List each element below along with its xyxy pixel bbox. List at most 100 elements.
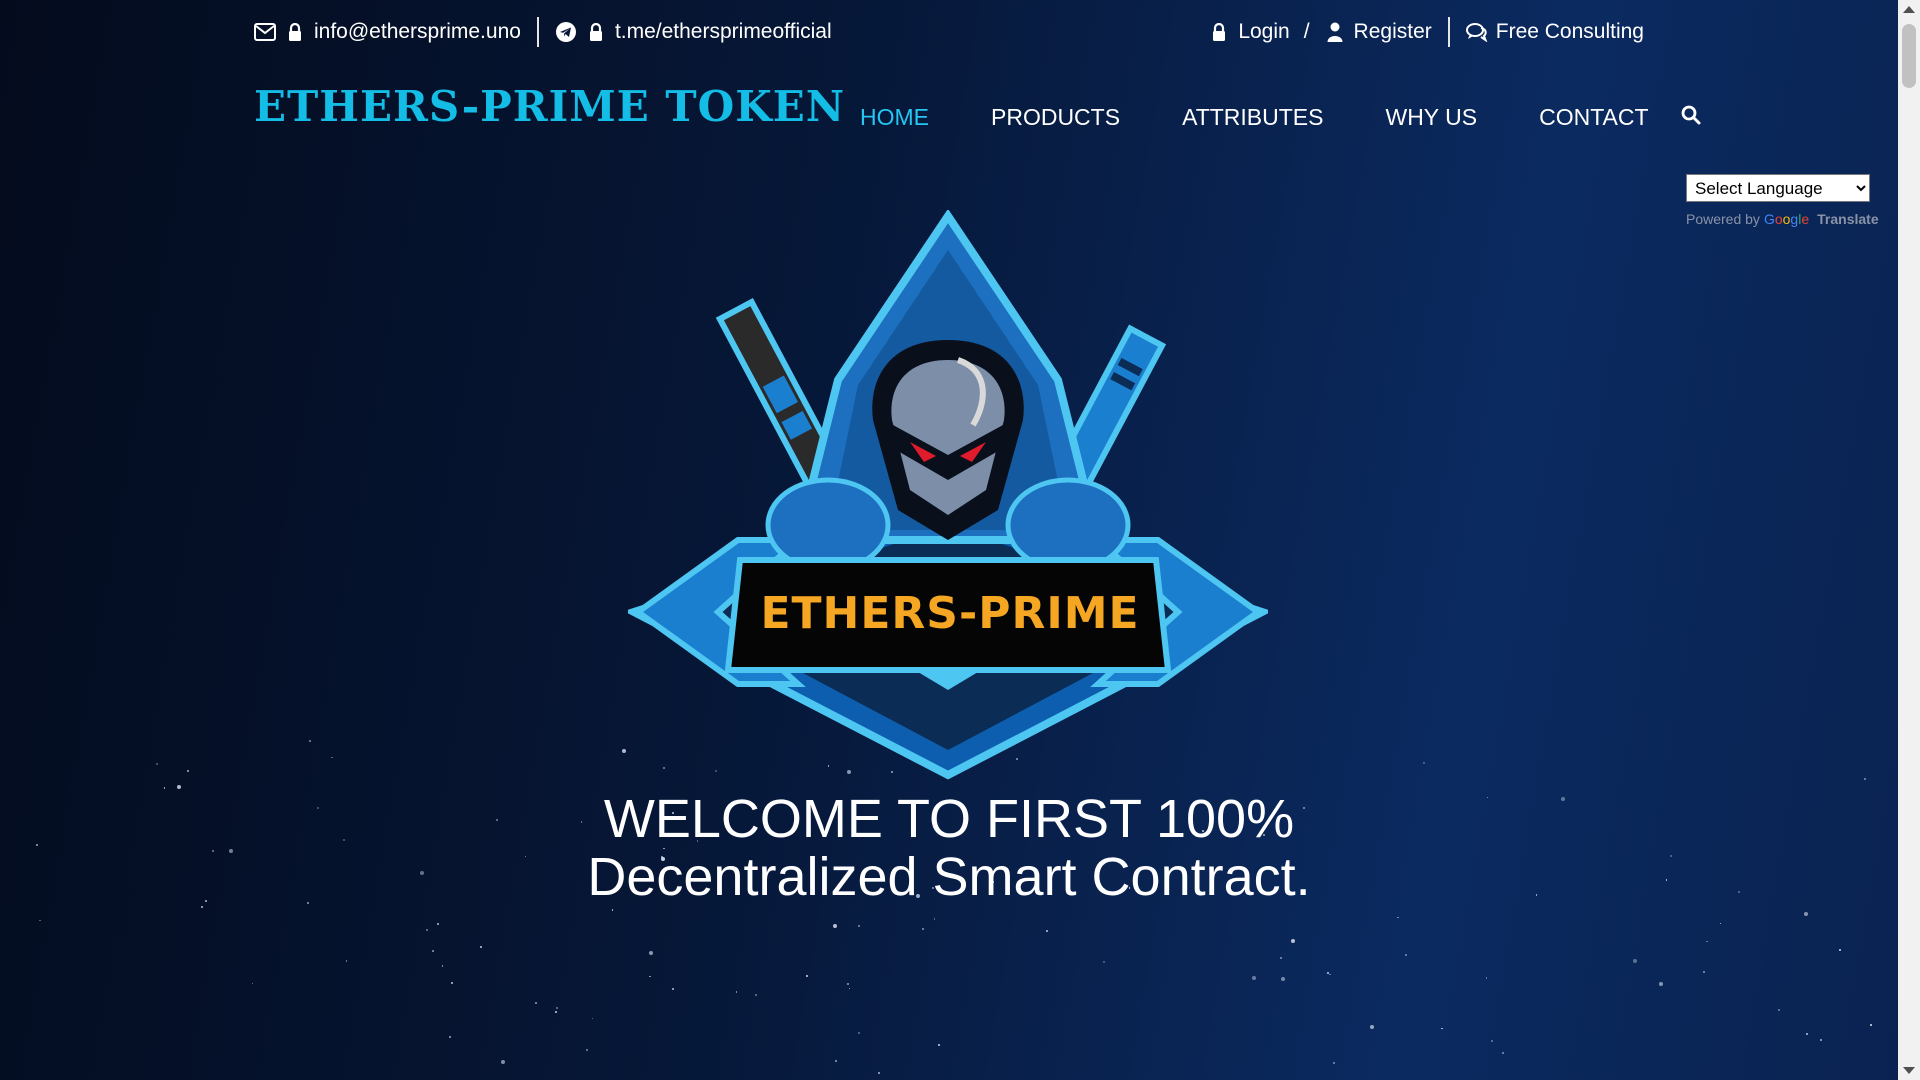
chat-icon [1465, 21, 1488, 43]
nav-why-us[interactable]: WHY US [1385, 104, 1477, 131]
star [201, 906, 204, 909]
star [437, 923, 440, 926]
star [155, 762, 158, 765]
login-link[interactable]: Login [1238, 20, 1289, 44]
star [591, 1017, 594, 1020]
star [1423, 762, 1426, 765]
divider [1447, 17, 1450, 47]
star [1820, 1039, 1823, 1042]
star [835, 1060, 838, 1063]
user-icon [1324, 21, 1346, 43]
star [1806, 1032, 1809, 1035]
star [1327, 972, 1330, 975]
star [501, 1060, 506, 1065]
powered-by-label: Powered by [1686, 211, 1760, 227]
free-consulting-link[interactable]: Free Consulting [1496, 20, 1644, 44]
hero-title-line1: WELCOME TO FIRST 100% [603, 789, 1295, 849]
star [1281, 976, 1286, 981]
language-select[interactable]: Select Language [1686, 174, 1870, 202]
login-register-separator: / [1303, 20, 1310, 43]
star [806, 974, 809, 977]
star [847, 982, 850, 985]
star [1332, 1062, 1335, 1065]
star [163, 787, 166, 789]
star [1778, 1008, 1781, 1011]
top-bar: info@ethersprime.uno t.me/ethersprimeoff… [254, 14, 1644, 50]
star [1397, 916, 1399, 919]
star [186, 769, 189, 772]
star [1719, 922, 1722, 925]
lock-icon [1208, 21, 1230, 43]
star [1839, 948, 1842, 951]
scrollbar-thumb[interactable] [1902, 24, 1916, 88]
nav-attributes[interactable]: ATTRIBUTES [1182, 104, 1323, 131]
star [331, 756, 333, 759]
star [441, 965, 444, 967]
divider [536, 17, 539, 47]
star [345, 960, 348, 962]
star [1658, 981, 1663, 986]
nav-products[interactable]: PRODUCTS [991, 104, 1120, 131]
star [1251, 976, 1256, 981]
register-link[interactable]: Register [1354, 20, 1432, 44]
google-translate-widget: Select Language Powered by Google Transl… [1686, 174, 1879, 227]
emblem-text: ETHERS-PRIME [760, 588, 1139, 639]
star [585, 1049, 588, 1052]
star [534, 1001, 537, 1004]
telegram-icon [555, 21, 577, 43]
star [1102, 961, 1105, 964]
star [251, 982, 254, 985]
star [176, 784, 181, 789]
star [451, 982, 454, 985]
star [39, 919, 41, 922]
ethers-prime-emblem: ETHERS-PRIME [623, 208, 1273, 780]
star [933, 918, 936, 920]
star [857, 1032, 860, 1035]
star [432, 950, 434, 952]
star [621, 749, 626, 754]
hero-title-line2: Decentralized Smart Contract. [587, 847, 1311, 907]
star [1046, 929, 1049, 932]
star [1870, 1024, 1872, 1026]
scroll-up-arrow-icon[interactable] [1903, 6, 1915, 13]
star [611, 909, 614, 911]
site-logo[interactable]: ETHERS-PRIME TOKEN [254, 82, 845, 131]
powered-by-google: Powered by Google Translate [1686, 211, 1879, 227]
envelope-icon [254, 21, 276, 43]
star [1706, 940, 1708, 943]
star [309, 740, 312, 743]
nav-home[interactable]: HOME [860, 104, 929, 131]
star [1405, 954, 1408, 957]
star [1441, 1027, 1443, 1030]
star [735, 991, 738, 993]
main-nav: HOME PRODUCTS ATTRIBUTES WHY US CONTACT [860, 104, 1701, 131]
star [1369, 1025, 1374, 1030]
scroll-down-arrow-icon[interactable] [1903, 1067, 1915, 1074]
star [555, 1011, 557, 1013]
google-logo: Google [1763, 211, 1810, 227]
star [755, 994, 758, 997]
lock-icon [585, 21, 607, 43]
nav-contact[interactable]: CONTACT [1539, 104, 1648, 131]
translate-link[interactable]: Translate [1817, 211, 1878, 227]
star [1803, 912, 1808, 917]
star [480, 946, 483, 949]
star [1329, 973, 1331, 976]
star [426, 929, 429, 932]
email-link[interactable]: info@ethersprime.uno [314, 20, 521, 44]
star [1491, 1040, 1494, 1043]
star [1280, 956, 1283, 959]
telegram-link[interactable]: t.me/ethersprimeofficial [615, 20, 832, 44]
star [877, 1071, 880, 1074]
star [1501, 1051, 1504, 1054]
star [648, 951, 653, 956]
star [556, 1007, 559, 1009]
star [1633, 959, 1638, 964]
lock-icon [284, 21, 306, 43]
star [848, 987, 851, 990]
star [671, 987, 674, 990]
star [833, 924, 838, 929]
page-scrollbar[interactable] [1898, 0, 1920, 1080]
search-icon[interactable] [1681, 104, 1701, 131]
star [1485, 977, 1488, 979]
